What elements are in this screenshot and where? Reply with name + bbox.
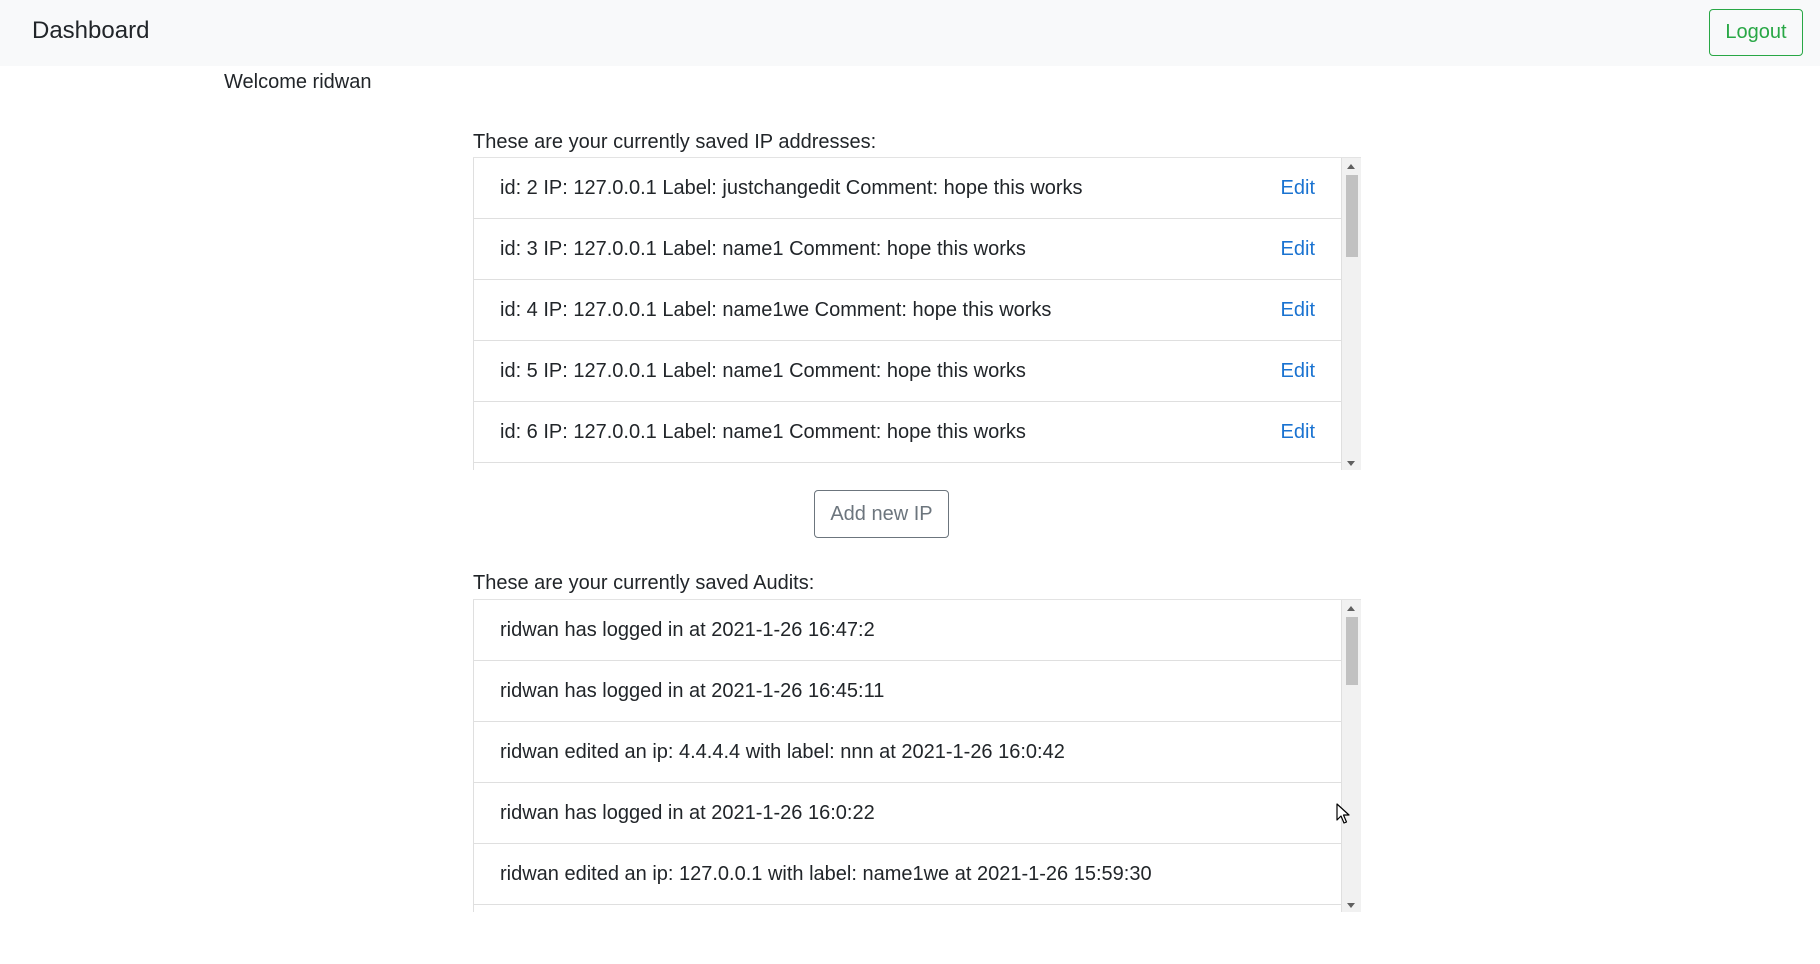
- audit-list-item: ridwan has logged in at 2021-1-26 16:0:2…: [474, 783, 1341, 844]
- audit-item-text: ridwan has logged in at 2021-1-26 16:45:…: [500, 679, 885, 702]
- ip-item-text: id: 4 IP: 127.0.0.1 Label: name1we Comme…: [500, 298, 1052, 321]
- edit-ip-link[interactable]: Edit: [1281, 238, 1315, 261]
- mouse-pointer-icon: [1336, 803, 1350, 824]
- ip-section-title: These are your currently saved IP addres…: [473, 131, 877, 153]
- ip-list-item-partial: [474, 463, 1341, 470]
- audit-list-item: ridwan edited an ip: 127.0.0.1 with labe…: [474, 844, 1341, 905]
- audit-list-item: ridwan has logged in at 2021-1-26 16:47:…: [474, 600, 1341, 661]
- ip-list-item: id: 4 IP: 127.0.0.1 Label: name1we Comme…: [474, 280, 1341, 341]
- edit-ip-link[interactable]: Edit: [1281, 421, 1315, 444]
- scroll-down-arrow-icon[interactable]: [1347, 903, 1355, 908]
- audit-item-text: ridwan edited an ip: 127.0.0.1 with labe…: [500, 862, 1152, 885]
- ip-item-text: id: 3 IP: 127.0.0.1 Label: name1 Comment…: [500, 237, 1026, 260]
- audit-list-item-partial: [474, 905, 1341, 912]
- edit-ip-link[interactable]: Edit: [1281, 177, 1315, 200]
- ip-list-item: id: 2 IP: 127.0.0.1 Label: justchangedit…: [474, 158, 1341, 219]
- audit-list[interactable]: ridwan has logged in at 2021-1-26 16:47:…: [473, 599, 1361, 912]
- audit-item-text: ridwan has logged in at 2021-1-26 16:0:2…: [500, 801, 875, 824]
- scroll-down-arrow-icon[interactable]: [1347, 461, 1355, 466]
- ip-list-scrollbar-thumb[interactable]: [1346, 175, 1358, 257]
- ip-item-text: id: 6 IP: 127.0.0.1 Label: name1 Comment…: [500, 420, 1026, 443]
- ip-list-item: id: 6 IP: 127.0.0.1 Label: name1 Comment…: [474, 402, 1341, 463]
- ip-list-scrollbar[interactable]: [1342, 158, 1361, 470]
- edit-ip-link[interactable]: Edit: [1281, 360, 1315, 383]
- audit-list-items: ridwan has logged in at 2021-1-26 16:47:…: [473, 600, 1342, 912]
- audit-item-text: ridwan has logged in at 2021-1-26 16:47:…: [500, 618, 875, 641]
- ip-item-text: id: 2 IP: 127.0.0.1 Label: justchangedit…: [500, 176, 1083, 199]
- navbar-brand[interactable]: Dashboard: [32, 16, 149, 46]
- audit-list-item: ridwan edited an ip: 4.4.4.4 with label:…: [474, 722, 1341, 783]
- edit-ip-link[interactable]: Edit: [1281, 299, 1315, 322]
- ip-item-text: id: 5 IP: 127.0.0.1 Label: name1 Comment…: [500, 359, 1026, 382]
- ip-list-item: id: 5 IP: 127.0.0.1 Label: name1 Comment…: [474, 341, 1341, 402]
- audit-section-title: These are your currently saved Audits:: [473, 572, 815, 594]
- scroll-up-arrow-icon[interactable]: [1347, 164, 1355, 169]
- ip-list-item: id: 3 IP: 127.0.0.1 Label: name1 Comment…: [474, 219, 1341, 280]
- logout-button[interactable]: Logout: [1709, 9, 1803, 56]
- audit-item-text: ridwan edited an ip: 4.4.4.4 with label:…: [500, 740, 1065, 763]
- audit-list-scrollbar[interactable]: [1342, 600, 1361, 912]
- welcome-message: Welcome ridwan: [224, 71, 372, 93]
- navbar: Dashboard Logout: [0, 0, 1820, 66]
- scroll-up-arrow-icon[interactable]: [1347, 606, 1355, 611]
- audit-list-item: ridwan has logged in at 2021-1-26 16:45:…: [474, 661, 1341, 722]
- ip-list[interactable]: id: 2 IP: 127.0.0.1 Label: justchangedit…: [473, 157, 1361, 470]
- add-new-ip-button[interactable]: Add new IP: [814, 490, 949, 538]
- ip-list-items: id: 2 IP: 127.0.0.1 Label: justchangedit…: [473, 158, 1342, 470]
- audit-list-scrollbar-thumb[interactable]: [1346, 617, 1358, 685]
